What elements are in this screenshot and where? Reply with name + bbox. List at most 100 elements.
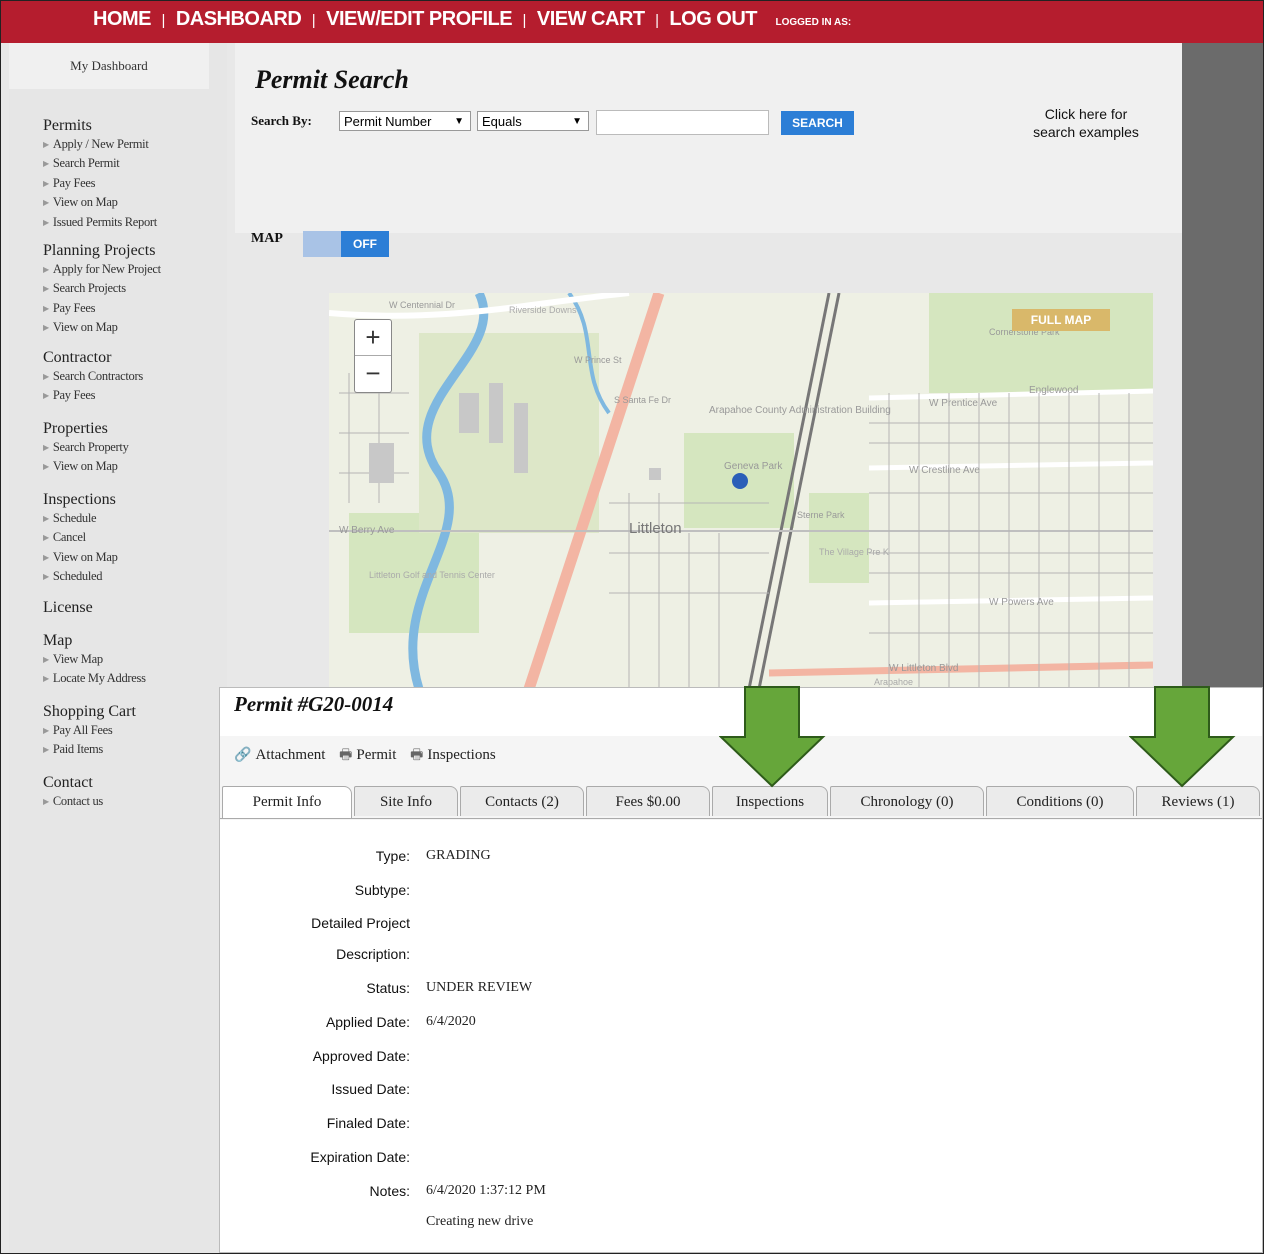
- search-button[interactable]: SEARCH: [781, 111, 854, 135]
- field-row-status: Status: UNDER REVIEW: [220, 980, 1262, 1002]
- tab-fees[interactable]: Fees $0.00: [586, 786, 710, 816]
- sidebar-item-issued-permits-report[interactable]: ▶ Issued Permits Report: [43, 213, 157, 232]
- sidebar-item-search-property[interactable]: ▶ Search Property: [43, 438, 129, 457]
- attachment-link[interactable]: 🔗 Attachment: [234, 747, 325, 763]
- field-row-detailed-project: Detailed Project: [220, 915, 1262, 937]
- bullet-triangle-icon: ▶: [43, 533, 49, 543]
- tab-site-info[interactable]: Site Info: [354, 786, 458, 816]
- search-input[interactable]: [596, 110, 769, 135]
- search-operator-select[interactable]: Equals ▼: [477, 111, 589, 131]
- sidebar-item-label: View on Map: [52, 195, 118, 210]
- nav-cart-link[interactable]: VIEW CART: [537, 8, 645, 30]
- nav-dashboard-link[interactable]: DASHBOARD: [176, 8, 302, 30]
- sidebar-item-search-contractors[interactable]: ▶ Search Contractors: [43, 367, 143, 386]
- search-examples-link[interactable]: Click here for search examples: [1021, 105, 1151, 141]
- field-row-approved-date: Approved Date:: [220, 1048, 1262, 1070]
- sidebar-item-label: Issued Permits Report: [52, 214, 157, 229]
- field-value: GRADING: [426, 848, 491, 863]
- tab-chronology[interactable]: Chronology (0): [830, 786, 984, 816]
- sidebar-item-label: Locate My Address: [52, 671, 146, 686]
- sidebar-item-label: Search Property: [52, 440, 129, 454]
- sidebar-item-view-on-map[interactable]: ▶ View on Map: [43, 318, 161, 337]
- sidebar-item-locate-my-address[interactable]: ▶ Locate My Address: [43, 669, 146, 688]
- sidebar-item-view-on-map[interactable]: ▶ View on Map: [43, 193, 157, 212]
- field-value: UNDER REVIEW: [426, 980, 533, 995]
- sidebar: My Dashboard Permits ▶ Apply / New Permit…: [9, 43, 227, 1253]
- print-inspections-label: Inspections: [427, 747, 496, 763]
- tab-reviews[interactable]: Reviews (1): [1136, 786, 1260, 816]
- field-value: 6/4/2020: [426, 1014, 476, 1029]
- map-label-w-littleton-blvd: W Littleton Blvd: [889, 663, 958, 674]
- sidebar-item-scheduled[interactable]: ▶ Scheduled: [43, 567, 118, 586]
- sidebar-section-contact: Contact ▶ Contact us: [43, 774, 103, 811]
- green-down-arrow-icon: [1129, 686, 1236, 788]
- zoom-out-button[interactable]: −: [355, 356, 391, 392]
- tab-inspections[interactable]: Inspections: [712, 786, 828, 816]
- sidebar-item-cancel[interactable]: ▶ Cancel: [43, 528, 118, 547]
- sidebar-item-label: Scheduled: [52, 569, 103, 584]
- permit-info-content: Type: GRADING Subtype: Detailed Project …: [220, 820, 1262, 1252]
- sidebar-item-search-projects[interactable]: ▶ Search Projects: [43, 279, 161, 298]
- sidebar-item-pay-fees[interactable]: ▶ Pay Fees: [43, 299, 161, 318]
- app-frame: HOME | DASHBOARD | VIEW/EDIT PROFILE | V…: [0, 0, 1264, 1254]
- nav-logout-link[interactable]: LOG OUT: [669, 8, 757, 30]
- map-park-area: [929, 293, 1153, 393]
- map-label-s-santa-fe-dr: S Santa Fe Dr: [614, 395, 671, 405]
- field-row-notes: Notes: 6/4/2020 1:37:12 PM: [220, 1183, 1262, 1205]
- sidebar-item-apply-permit[interactable]: ▶ Apply / New Permit: [43, 135, 157, 154]
- sidebar-item-view-on-map[interactable]: ▶ View on Map: [43, 548, 118, 567]
- bullet-triangle-icon: ▶: [43, 217, 49, 227]
- nav-home-link[interactable]: HOME: [93, 8, 152, 30]
- tab-permit-info[interactable]: Permit Info: [222, 786, 352, 818]
- bullet-triangle-icon: ▶: [43, 443, 49, 452]
- print-permit-link[interactable]: 🖶 Permit: [339, 747, 396, 763]
- map-label-w-centennial-dr: W Centennial Dr: [389, 300, 455, 310]
- tab-conditions[interactable]: Conditions (0): [986, 786, 1134, 816]
- bullet-triangle-icon: ▶: [43, 198, 49, 208]
- bullet-triangle-icon: ▶: [43, 178, 49, 188]
- bullet-triangle-icon: ▶: [43, 391, 49, 401]
- bullet-triangle-icon: ▶: [43, 265, 49, 274]
- full-map-button[interactable]: FULL MAP: [1012, 309, 1110, 331]
- field-row-finaled-date: Finaled Date:: [220, 1115, 1262, 1137]
- sidebar-item-label: Cancel: [52, 530, 86, 545]
- map-toggle[interactable]: OFF: [303, 231, 389, 257]
- sidebar-section-title-license[interactable]: License: [43, 599, 93, 617]
- field-row-applied-date: Applied Date: 6/4/2020: [220, 1014, 1262, 1036]
- search-field-select-value: Permit Number: [344, 114, 432, 129]
- print-inspections-link[interactable]: 🖶 Inspections: [410, 747, 496, 763]
- sidebar-section-title: Contractor: [43, 349, 112, 366]
- nav-profile-link[interactable]: VIEW/EDIT PROFILE: [326, 8, 512, 30]
- search-by-label: Search By:: [251, 113, 312, 128]
- sidebar-item-pay-all-fees[interactable]: ▶ Pay All Fees: [43, 721, 136, 740]
- sidebar-section-license: License: [43, 599, 93, 617]
- zoom-in-button[interactable]: +: [355, 320, 391, 356]
- sidebar-item-view-on-map[interactable]: ▶ View on Map: [43, 457, 129, 476]
- sidebar-item-apply-project[interactable]: ▶ Apply for New Project: [43, 260, 161, 279]
- field-label: Notes:: [369, 1183, 410, 1199]
- paperclip-icon: 🔗: [234, 748, 252, 763]
- sidebar-item-search-permit[interactable]: ▶ Search Permit: [43, 154, 157, 173]
- map-toggle-on-segment: [303, 231, 341, 257]
- nav-separator: |: [522, 12, 527, 29]
- map-view[interactable]: Littleton Arapahoe County Administration…: [329, 293, 1153, 689]
- green-down-arrow-icon: [719, 686, 826, 788]
- print-permit-label: Permit: [356, 747, 397, 763]
- field-label: Approved Date:: [312, 1048, 410, 1064]
- sidebar-item-view-map[interactable]: ▶ View Map: [43, 650, 146, 669]
- sidebar-item-paid-items[interactable]: ▶ Paid Items: [43, 740, 136, 759]
- map-location-pin[interactable]: [732, 473, 748, 489]
- bullet-triangle-icon: ▶: [43, 674, 49, 684]
- map-label-geneva-park: Geneva Park: [724, 461, 783, 472]
- sidebar-item-label: Schedule: [52, 511, 97, 525]
- search-examples-line1: Click here for: [1044, 106, 1128, 122]
- sidebar-item-pay-fees[interactable]: ▶ Pay Fees: [43, 174, 157, 193]
- sidebar-item-pay-fees[interactable]: ▶ Pay Fees: [43, 386, 143, 405]
- search-field-select[interactable]: Permit Number ▼: [339, 111, 471, 131]
- sidebar-dashboard-link[interactable]: My Dashboard: [9, 43, 209, 89]
- sidebar-item-label: Search Contractors: [52, 369, 143, 383]
- tab-contacts[interactable]: Contacts (2): [460, 786, 584, 816]
- sidebar-item-contact-us[interactable]: ▶ Contact us: [43, 792, 103, 811]
- map-label-w-powers-ave: W Powers Ave: [989, 597, 1054, 608]
- sidebar-item-schedule[interactable]: ▶ Schedule: [43, 509, 118, 528]
